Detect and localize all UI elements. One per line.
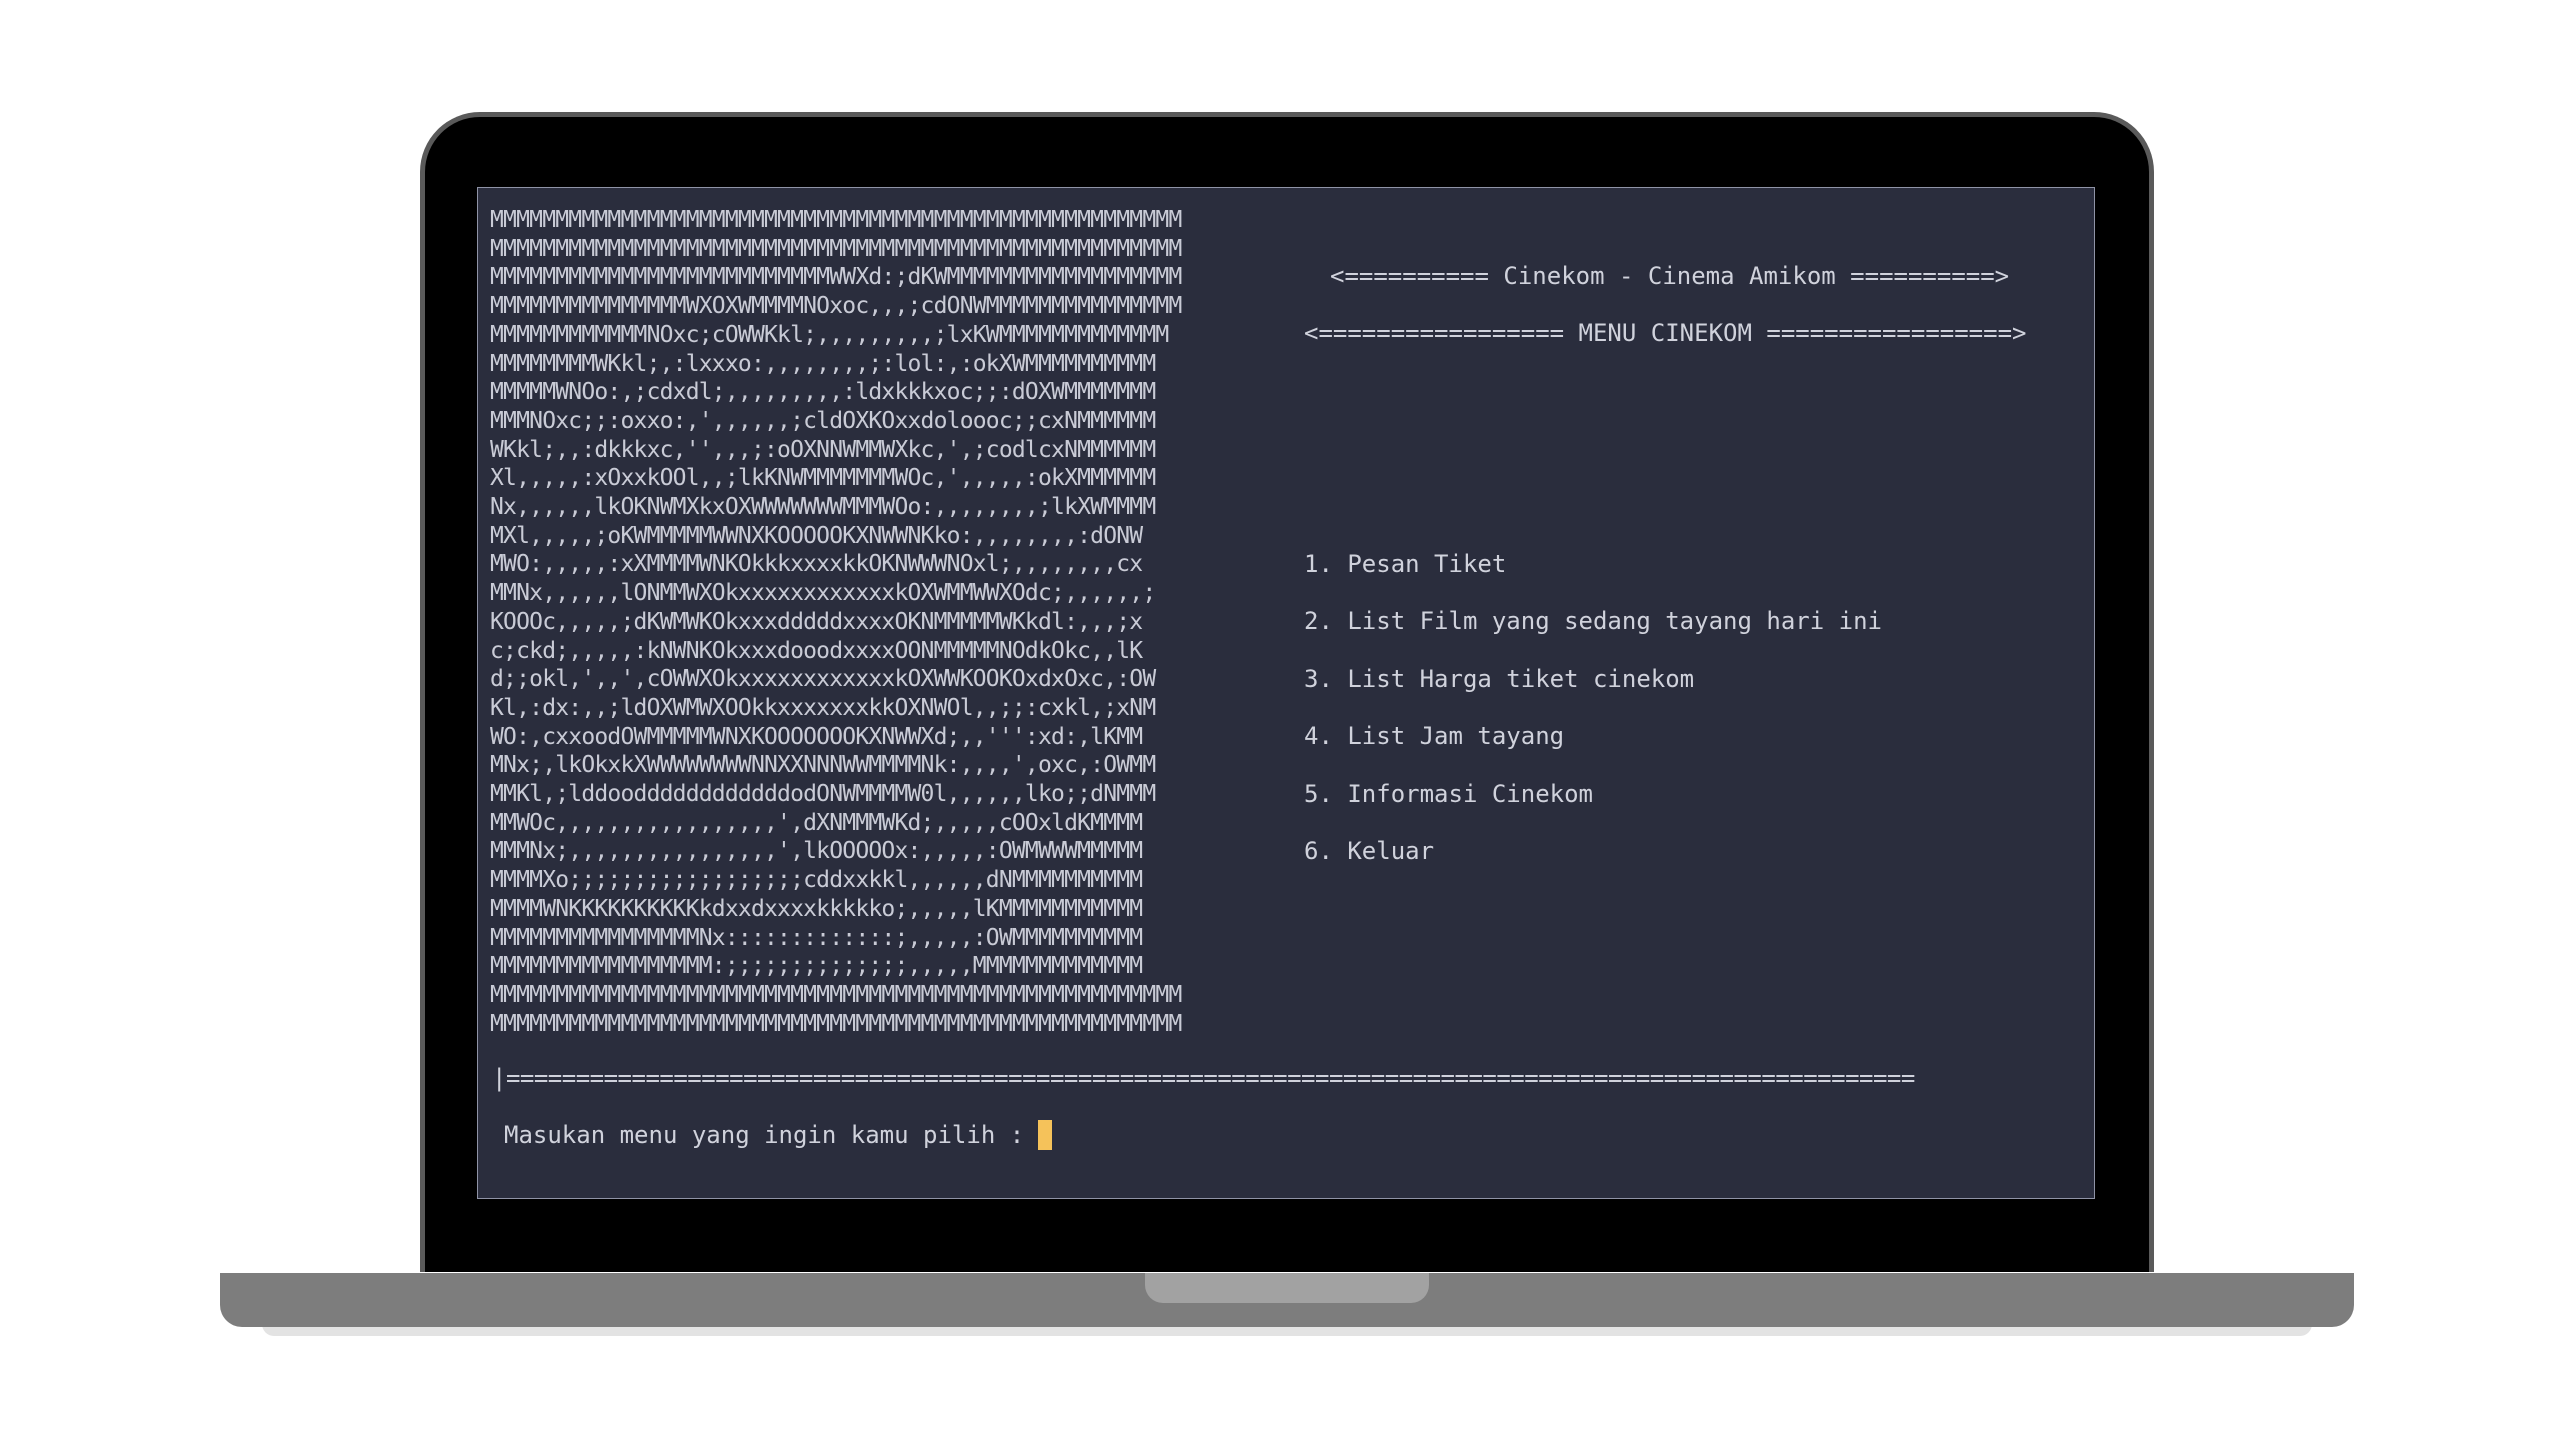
menu-option-informasi: 5. Informasi Cinekom (1304, 779, 1593, 808)
menu-option-pesan-tiket: 1. Pesan Tiket (1304, 550, 1507, 578)
menu-option-list-harga: 3. List Harga tiket cinekom (1304, 664, 1695, 693)
divider-line: |=======================================… (492, 1064, 1915, 1092)
input-prompt[interactable]: Masukan menu yang ingin kamu pilih : (504, 1120, 1053, 1150)
terminal-screen[interactable]: MMMMMMMMMMMMMMMMMMMMMMMMMMMMMMMMMMMMMMMM… (477, 187, 2095, 1199)
laptop-mockup: MMMMMMMMMMMMMMMMMMMMMMMMMMMMMMMMMMMMMMMM… (0, 0, 2560, 1440)
prompt-label: Masukan menu yang ingin kamu pilih : (504, 1121, 1025, 1149)
laptop-notch (1145, 1273, 1429, 1303)
app-title: <========== Cinekom - Cinema Amikom ====… (1330, 262, 2010, 290)
ascii-art-logo: MMMMMMMMMMMMMMMMMMMMMMMMMMMMMMMMMMMMMMMM… (490, 207, 1182, 1037)
menu-option-jam-tayang: 4. List Jam tayang (1304, 722, 1565, 751)
text-cursor[interactable] (1038, 1120, 1053, 1150)
menu-option-keluar: 6. Keluar (1304, 836, 1435, 865)
menu-list: 1. Pesan Tiket 2. List Film yang sedang … (1304, 549, 1882, 893)
menu-option-list-film: 2. List Film yang sedang tayang hari ini (1304, 607, 1882, 636)
menu-heading: <================= MENU CINEKOM ========… (1304, 319, 2027, 347)
